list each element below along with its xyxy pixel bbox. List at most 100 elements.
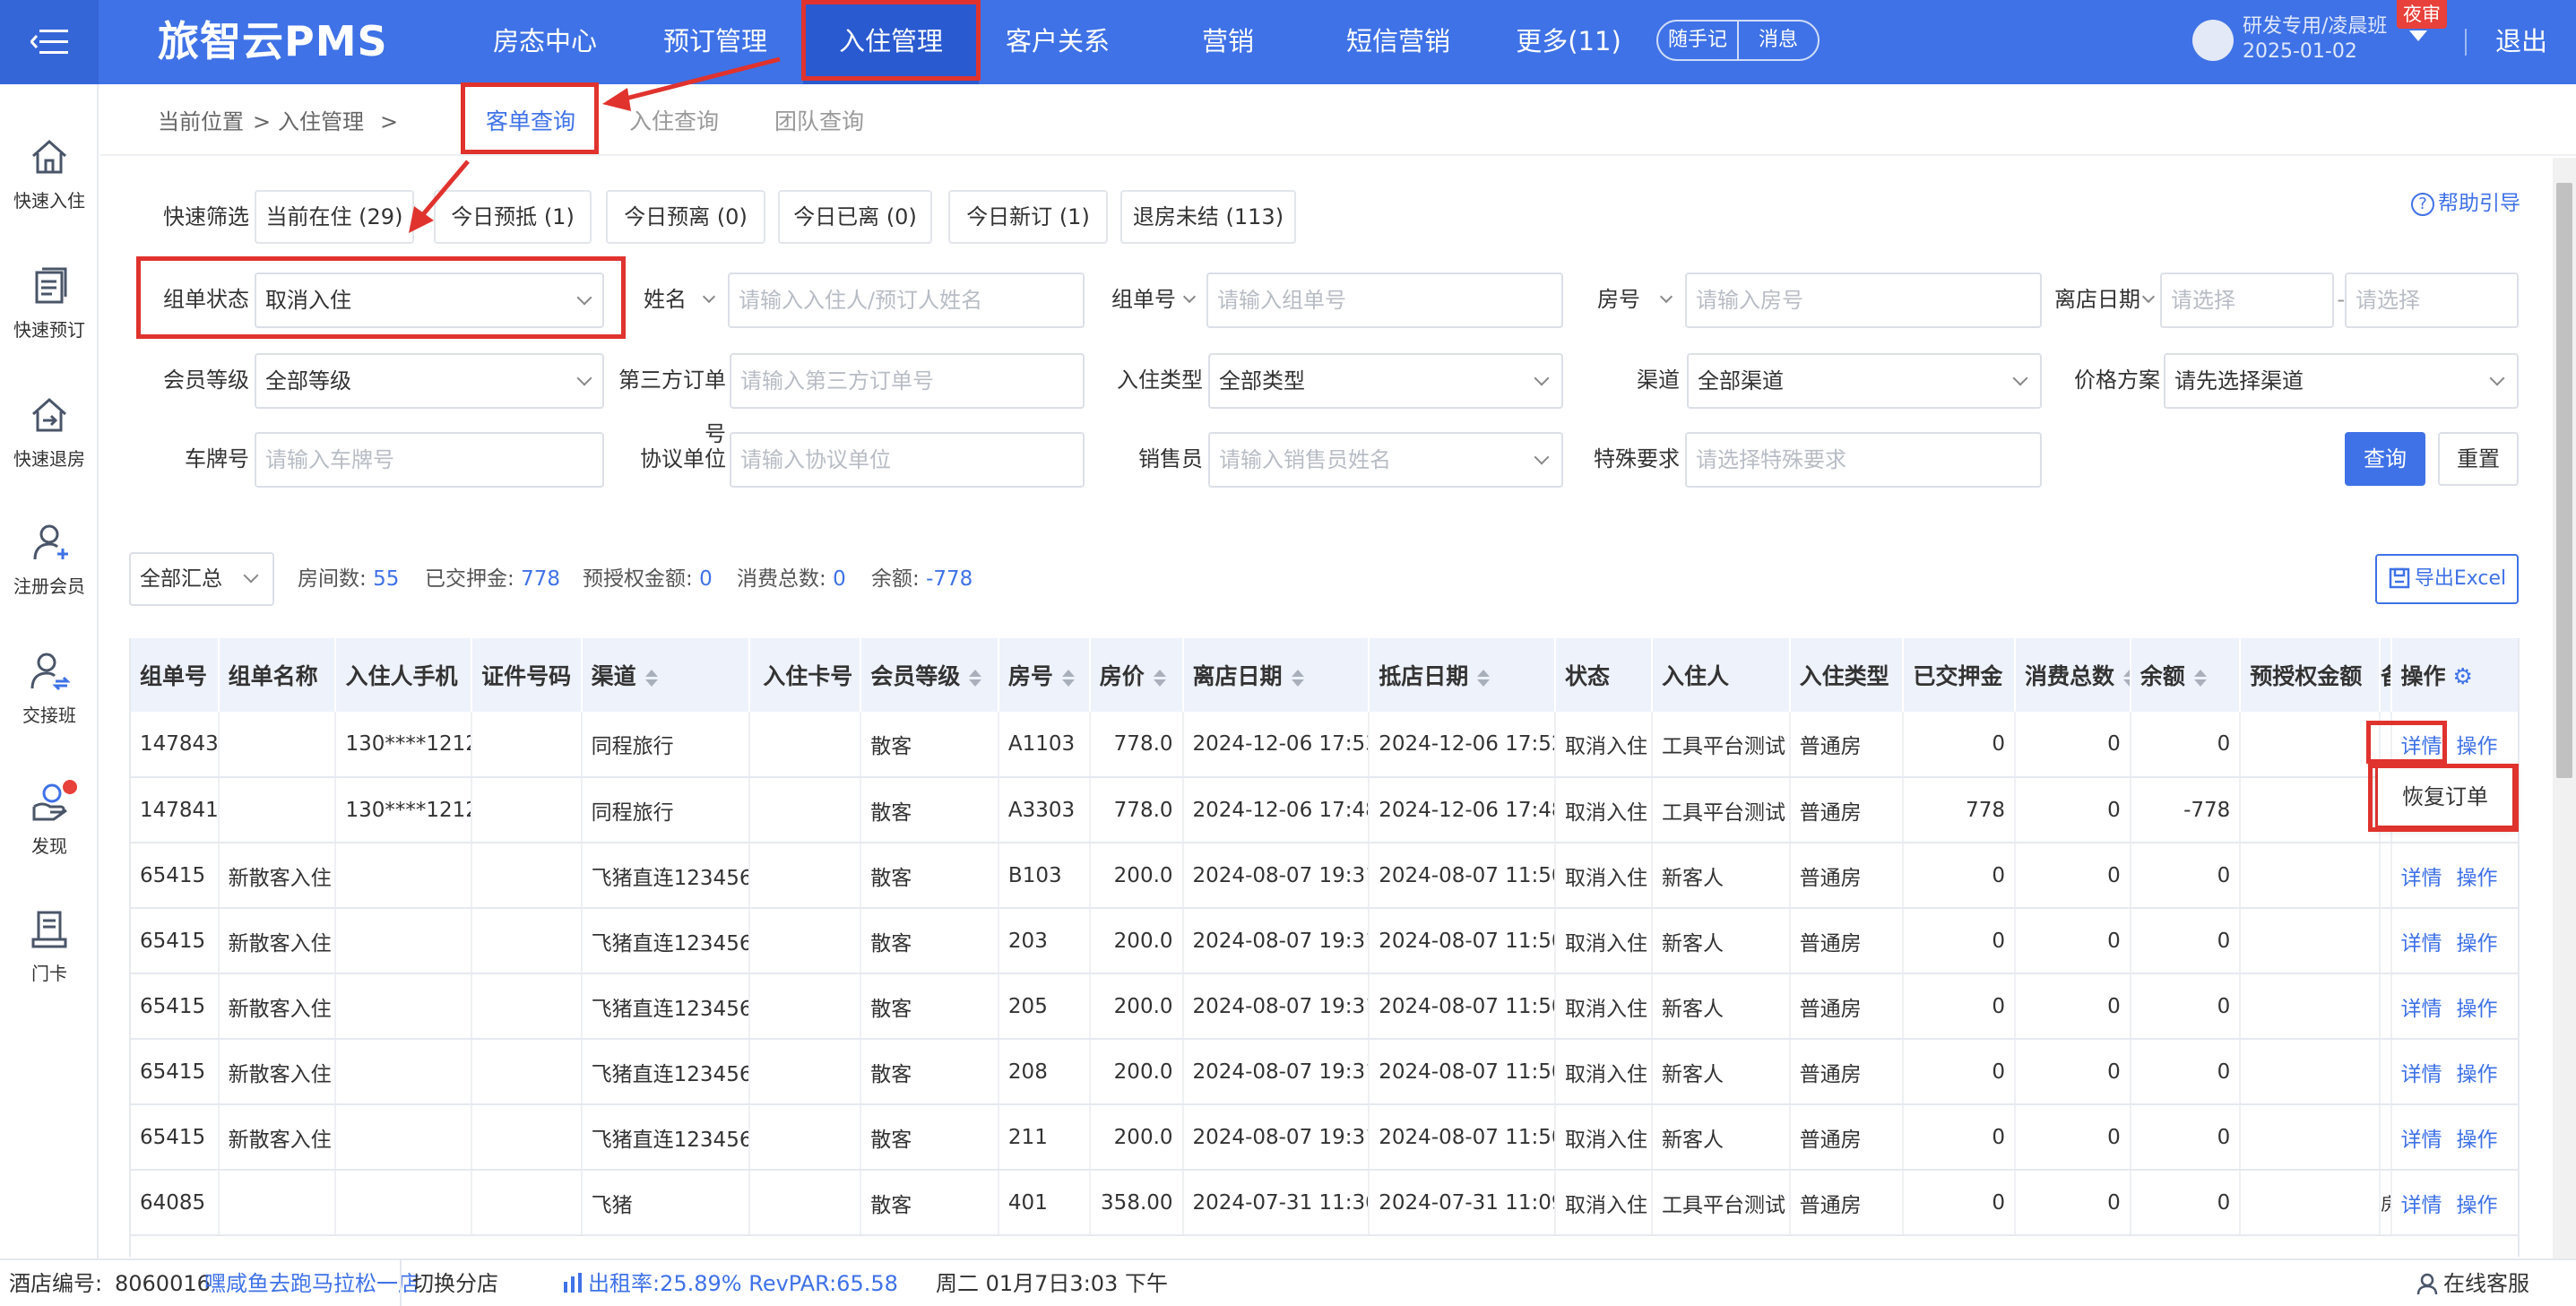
chip-today-new-booking[interactable]: 今日新订 (1) [948,190,1108,244]
col-header-departure-date[interactable]: 离店日期 [1182,638,1370,712]
name-input[interactable]: 请输入入住人/预订人姓名 [728,272,1085,328]
nav-more[interactable]: 更多(11) [1506,0,1631,84]
detail-link[interactable]: 详情 [2401,932,2442,956]
table-row[interactable]: 65415 新散客入住 飞猪直连123456 散客 B103 200.0 2024-08-0… [131,843,2518,909]
nav-checkin-management[interactable]: 入住管理 [803,0,979,84]
nav-sms-marketing[interactable]: 短信营销 [1336,0,1461,84]
table-row[interactable]: 65415 新散客入住 飞猪直连123456 散客 208 200.0 2024-08-07… [131,1039,2518,1105]
hotel-name-link[interactable]: 嘿咸鱼去跑马拉松一店 [204,1260,419,1306]
departure-date-to[interactable]: 请选择 [2345,272,2519,328]
price-plan-select[interactable]: 请先选择渠道 [2164,353,2519,409]
user-info[interactable]: 研发专用/凌晨班 2025-01-02 [2243,14,2387,65]
tab-team-query[interactable]: 团队查询 [756,84,882,160]
sidebar-item-quick-checkin[interactable]: 快速入住 [0,134,99,212]
sidebar-item-register-member[interactable]: 注册会员 [0,520,99,598]
logout-button[interactable]: 退出 [2495,0,2547,82]
gear-icon[interactable]: ⚙ [2453,663,2473,689]
col-header-balance[interactable]: 余额 [2130,638,2242,712]
sort-icon[interactable] [2122,669,2129,687]
sort-icon[interactable] [1477,669,1491,687]
switch-branch-button[interactable]: 切换分店 [412,1260,498,1306]
group-no-input[interactable]: 请输入组单号 [1206,272,1563,328]
detail-link[interactable]: 详情 [2401,735,2442,758]
sort-icon[interactable] [644,669,658,687]
sidebar-item-shift-handover[interactable]: 交接班 [0,649,99,727]
col-header-channel[interactable]: 渠道 [581,638,750,712]
nav-reservation[interactable]: 预订管理 [653,0,778,84]
notes-button[interactable]: 随手记 [1658,22,1737,59]
nav-customer-relations[interactable]: 客户关系 [995,0,1120,84]
action-link[interactable]: 操作 [2457,735,2498,758]
detail-link[interactable]: 详情 [2401,998,2442,1021]
chip-current-in-house[interactable]: 当前在住 (29) [255,190,414,244]
sidebar-item-discover[interactable]: 发现 [0,780,99,858]
messages-button[interactable]: 消息 [1737,22,1818,59]
avatar[interactable] [2192,20,2234,61]
chip-today-arrival[interactable]: 今日预抵 (1) [434,190,592,244]
sort-icon[interactable] [969,669,982,687]
col-header-room-rate[interactable]: 房价 [1089,638,1184,712]
sidebar-item-quick-checkout[interactable]: 快速退房 [0,393,99,471]
sort-icon[interactable] [1291,669,1304,687]
col-header-remark: 备 [2380,638,2392,712]
table-row[interactable]: 65415 新散客入住 飞猪直连123456 散客 205 200.0 2024-08-07… [131,973,2518,1040]
detail-link[interactable]: 详情 [2401,1129,2442,1152]
col-header-arrival-date[interactable]: 抵店日期 [1369,638,1556,712]
col-header-member-level[interactable]: 会员等级 [860,638,999,712]
action-link[interactable]: 操作 [2457,1129,2498,1152]
tab-guest-order-query[interactable]: 客单查询 [468,84,593,160]
summary-consume-value: 0 [833,567,846,591]
third-party-order-input[interactable]: 请输入第三方订单号 [730,353,1085,409]
col-header-room-no[interactable]: 房号 [998,638,1091,712]
help-guide-link[interactable]: ? 帮助引导 [2411,188,2520,219]
online-support-button[interactable]: 在线客服 [2415,1260,2529,1306]
plate-no-input[interactable]: 请输入车牌号 [255,432,604,488]
group-status-select[interactable]: 取消入住 [255,272,604,328]
detail-link[interactable]: 详情 [2401,1063,2442,1086]
sort-icon[interactable] [2193,669,2207,687]
special-request-select[interactable]: 请选择特殊要求 [1685,432,2042,488]
query-button[interactable]: 查询 [2345,432,2425,486]
channel-select[interactable]: 全部渠道 [1687,353,2042,409]
salesperson-select[interactable]: 请输入销售员姓名 [1208,432,1563,488]
detail-link[interactable]: 详情 [2401,1194,2442,1217]
occupancy-stats[interactable]: 出租率:25.89% RevPAR:65.58 [561,1260,898,1306]
chip-today-departed[interactable]: 今日已离 (0) [778,190,932,244]
breadcrumb-section[interactable]: 入住管理 [278,84,364,160]
action-link[interactable]: 操作 [2457,998,2498,1021]
table-row[interactable]: 147843 130****1212 同程旅行 散客 A1103 778.0 2024-12… [131,712,2518,778]
action-link[interactable]: 操作 [2457,1194,2498,1217]
reset-button[interactable]: 重置 [2438,432,2519,486]
sort-icon[interactable] [1153,669,1166,687]
action-link[interactable]: 操作 [2457,932,2498,956]
table-row[interactable]: 64085 飞猪 散客 401 358.00 2024-07-31 11:30 2024-0… [131,1170,2518,1236]
nav-room-status[interactable]: 房态中心 [482,0,608,84]
night-audit-badge[interactable]: 夜审 [2397,0,2447,29]
checkin-type-select[interactable]: 全部类型 [1208,353,1563,409]
detail-link[interactable]: 详情 [2401,867,2442,890]
menu-toggle-button[interactable] [0,0,99,84]
chip-checkout-unsettled[interactable]: 退房未结 (113) [1120,190,1296,244]
scrollbar-thumb[interactable] [2556,183,2572,778]
chevron-down-icon[interactable] [2409,30,2427,41]
agreement-unit-input[interactable]: 请输入协议单位 [730,432,1085,488]
sidebar-item-door-card[interactable]: 门卡 [0,907,99,985]
table-row[interactable]: 147841 130****1212 同程旅行 散客 A3303 778.0 2024-12… [131,777,2518,843]
action-link[interactable]: 操作 [2457,867,2498,890]
col-header-consume[interactable]: 消费总数 [2014,638,2131,712]
export-excel-button[interactable]: 导出Excel [2375,554,2519,604]
sidebar-item-quick-reservation[interactable]: 快速预订 [0,264,99,342]
tab-checkin-query[interactable]: 入住查询 [611,84,737,160]
nav-marketing[interactable]: 营销 [1165,0,1291,84]
sort-icon[interactable] [1061,669,1075,687]
table-row[interactable]: 65415 新散客入住 飞猪直连123456 散客 203 200.0 2024-08-07… [131,908,2518,974]
restore-order-menu-item[interactable]: 恢复订单 [2375,765,2515,828]
table-row[interactable]: 65415 新散客入住 飞猪直连123456 散客 211 200.0 2024-08-07… [131,1104,2518,1171]
col-header-deposit: 已交押金 [1903,638,2016,712]
action-link[interactable]: 操作 [2457,1063,2498,1086]
room-no-input[interactable]: 请输入房号 [1685,272,2042,328]
member-level-select[interactable]: 全部等级 [255,353,604,409]
summary-rooms: 房间数: 55 [298,552,399,606]
chip-today-departure[interactable]: 今日预离 (0) [606,190,765,244]
departure-date-from[interactable]: 请选择 [2160,272,2334,328]
